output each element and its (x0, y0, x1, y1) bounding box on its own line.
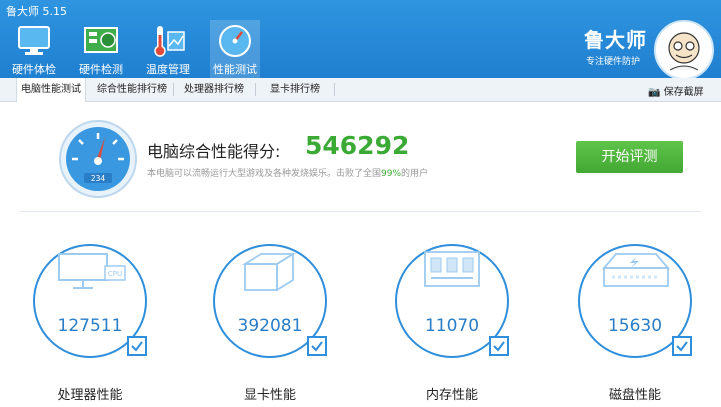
metric-value: 11070 (424, 316, 480, 336)
camera-icon: 📷 (648, 87, 661, 98)
graphics-cube-icon (241, 252, 297, 292)
hard-disk-icon (602, 253, 670, 287)
memory-chip-icon (424, 251, 480, 287)
tab-overall-ranking[interactable]: 综合性能排行榜 (93, 78, 171, 101)
score-gauge-icon: 234 (59, 120, 137, 198)
metric-label-gpu: 显卡性能 (243, 388, 296, 403)
start-benchmark-button[interactable]: 开始评测 (576, 141, 683, 173)
tab-gpu-ranking[interactable]: 显卡排行榜 (266, 78, 324, 101)
mascot-avatar-icon[interactable] (654, 20, 714, 80)
nav-temperature[interactable]: 温度管理 (143, 20, 193, 78)
score-value: 546292 (305, 131, 410, 160)
metric-gpu[interactable]: 392081 (213, 244, 327, 358)
metric-cpu[interactable]: CPU 127511 (33, 244, 147, 358)
score-desc-percent: 99% (381, 169, 402, 179)
metric-value: 127511 (57, 316, 123, 336)
nav-performance-test[interactable]: 性能测试 (210, 20, 260, 78)
title-bar: 鲁大师 5.15 硬件体检 硬件检测 温度管理 性能测试 鲁大师 专注硬件防护 (0, 0, 721, 80)
tab-separator (255, 83, 256, 96)
metric-memory[interactable]: 11070 (395, 244, 509, 358)
save-screenshot-label: 保存截屏 (663, 87, 704, 98)
nav-label: 硬件检测 (79, 63, 123, 76)
nav-label: 温度管理 (146, 63, 190, 76)
app-title: 鲁大师 5.15 (6, 5, 67, 18)
nav-hardware-checkup[interactable]: 硬件体检 (9, 20, 59, 78)
metric-disk[interactable]: 15630 (578, 244, 692, 358)
metric-label-disk: 磁盘性能 (608, 388, 661, 403)
tab-separator (173, 83, 174, 96)
checkbox-icon[interactable] (489, 336, 509, 356)
circuit-board-icon (84, 27, 118, 53)
tab-separator (334, 83, 335, 96)
tab-cpu-ranking[interactable]: 处理器排行榜 (180, 78, 248, 101)
nav-label: 性能测试 (213, 63, 257, 76)
metric-value: 15630 (607, 316, 663, 336)
tab-bar: 电脑性能测试 综合性能排行榜 处理器排行榜 显卡排行榜 (0, 78, 721, 102)
metric-label-cpu: 处理器性能 (57, 388, 123, 403)
thermometer-icon (154, 26, 185, 57)
save-screenshot-button[interactable]: 📷 保存截屏 (648, 83, 704, 98)
checkbox-icon[interactable] (672, 336, 692, 356)
tab-pc-performance-test[interactable]: 电脑性能测试 (16, 78, 86, 102)
checkbox-icon[interactable] (307, 336, 327, 356)
cpu-monitor-icon: CPU (58, 253, 126, 289)
checkbox-icon[interactable] (127, 336, 147, 356)
cpu-chip-label: CPU (108, 270, 122, 278)
monitor-icon (18, 26, 50, 55)
brand-slogan: 专注硬件防护 (586, 57, 641, 67)
nav-hardware-detect[interactable]: 硬件检测 (76, 20, 126, 78)
divider (20, 211, 701, 212)
score-description: 本电脑可以流畅运行大型游戏及各种发烧娱乐。击败了全国99%的用户 (147, 166, 428, 179)
speedometer-icon (219, 25, 251, 57)
metric-value: 392081 (237, 316, 303, 336)
score-desc-prefix: 本电脑可以流畅运行大型游戏及各种发烧娱乐。击败了全国 (147, 169, 382, 179)
brand-name: 鲁大师 (584, 28, 647, 52)
gauge-reading: 234 (91, 174, 106, 183)
score-title: 电脑综合性能得分: (147, 142, 281, 161)
nav-label: 硬件体检 (12, 63, 56, 76)
metric-label-memory: 内存性能 (425, 388, 478, 403)
score-desc-suffix: 的用户 (401, 169, 429, 179)
